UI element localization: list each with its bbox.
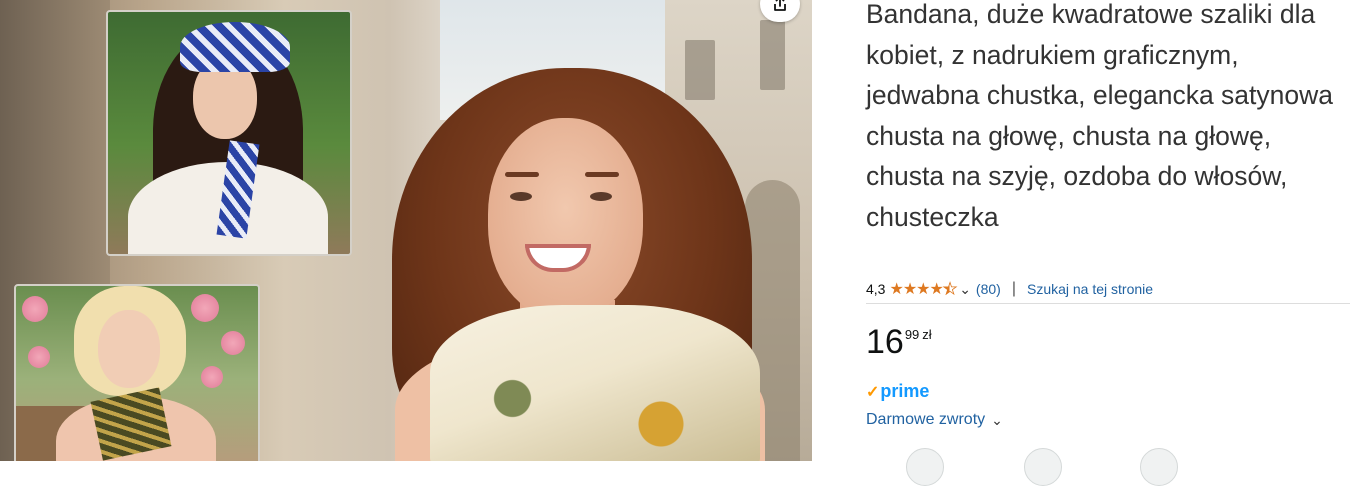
building-window — [685, 40, 715, 100]
prime-check-icon: ✓ — [866, 383, 880, 401]
price-currency: zł — [922, 327, 932, 342]
rose-flower — [22, 296, 48, 322]
prime-label: prime — [880, 381, 930, 401]
price: 16 99 zł — [866, 322, 932, 362]
star-rating[interactable]: ★ ★ ★ ★ ★ — [889, 279, 957, 299]
star-icon: ★ — [942, 281, 957, 299]
separator: | — [1011, 280, 1016, 297]
star-icon: ★ — [889, 281, 903, 298]
star-icon: ★ — [929, 281, 944, 298]
rating-value: 4,3 — [866, 281, 886, 297]
feature-icon — [906, 448, 944, 486]
rose-flower — [191, 294, 219, 322]
rose-flower — [201, 366, 223, 388]
bottom-icons-row — [900, 448, 1200, 486]
ratings-count-link[interactable]: (80) — [976, 281, 1001, 297]
free-returns-label: Darmowe zwroty — [866, 411, 986, 428]
rose-flower — [28, 346, 50, 368]
rating-row: 4,3 ★ ★ ★ ★ ★ ⌄ (80) | Szukaj na tej str… — [866, 279, 1153, 299]
product-image-main[interactable] — [0, 0, 812, 461]
model-eye — [590, 192, 612, 201]
chevron-down-icon[interactable]: ⌄ — [959, 281, 971, 298]
free-returns-link[interactable]: Darmowe zwroty ⌄ — [866, 411, 1003, 429]
price-fraction: 99 — [904, 327, 920, 342]
thumbnail-image-blue-scarf[interactable] — [106, 10, 352, 256]
chevron-down-icon: ⌄ — [991, 411, 1003, 428]
thumbnail-headscarf — [180, 22, 290, 72]
star-icon: ★ — [916, 281, 930, 298]
prime-badge[interactable]: ✓ prime — [866, 381, 929, 402]
search-page-link[interactable]: Szukaj na tej stronie — [1027, 281, 1153, 297]
model-eye — [510, 192, 532, 201]
divider — [866, 303, 1350, 304]
model-face — [488, 118, 643, 318]
thumbnail-image-neck-scarf[interactable] — [14, 284, 260, 461]
share-icon — [774, 0, 786, 11]
product-title: Bandana, duże kwadratowe szaliki dla kob… — [866, 0, 1333, 232]
star-icon: ★ — [902, 281, 917, 298]
building-window — [760, 20, 785, 90]
thumbnail-face — [98, 310, 160, 388]
scarf-floral-print — [430, 305, 760, 461]
rose-flower — [221, 331, 245, 355]
price-whole: 16 — [866, 323, 904, 361]
model-brow — [505, 172, 539, 177]
feature-icon — [1024, 448, 1062, 486]
model-brow — [585, 172, 619, 177]
feature-icon — [1140, 448, 1178, 486]
